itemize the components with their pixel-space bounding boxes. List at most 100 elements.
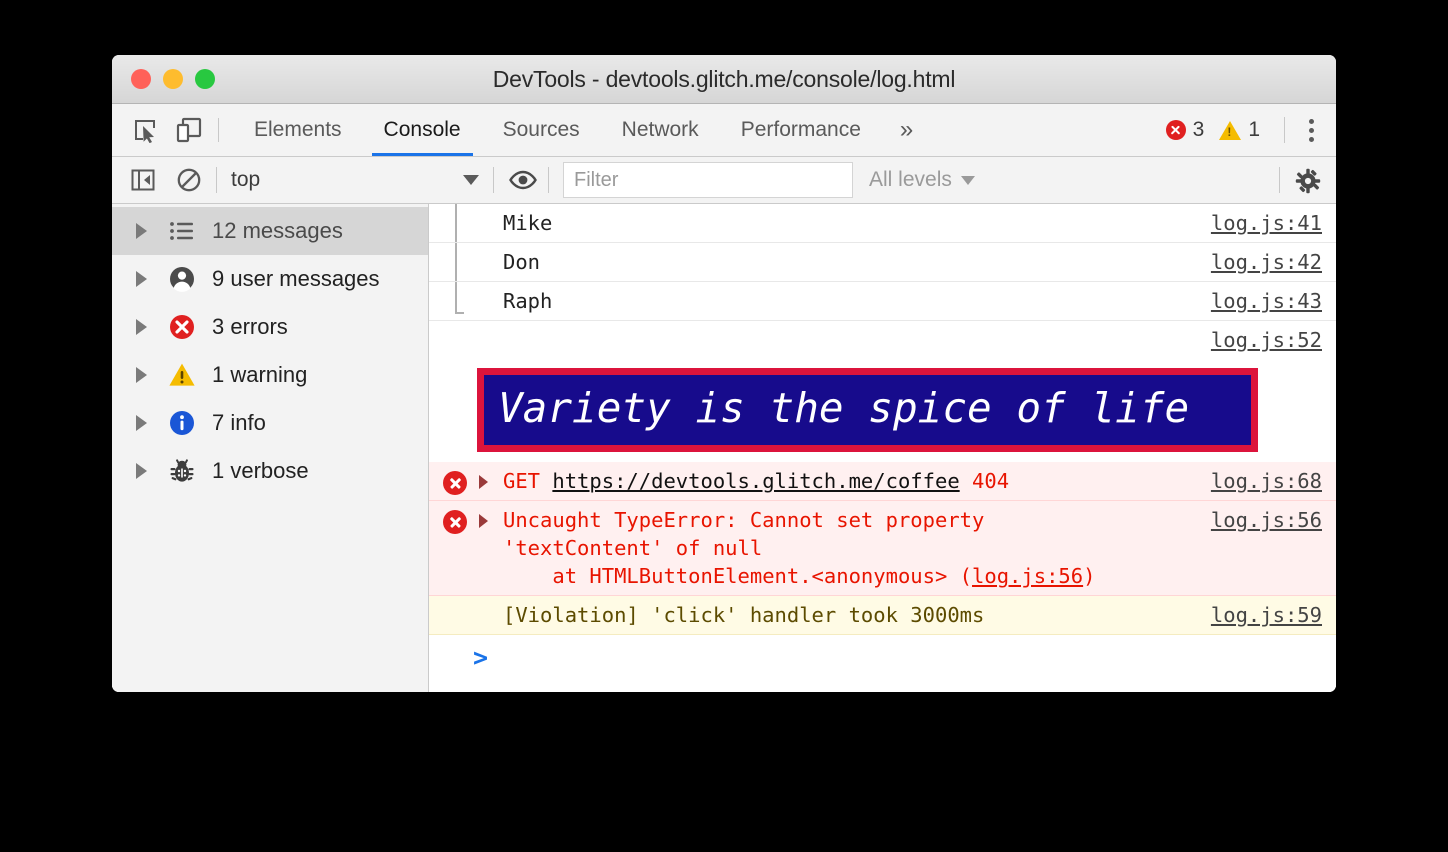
source-link[interactable]: log.js:68: [1211, 467, 1336, 495]
toolbar-divider-1: [216, 167, 217, 193]
kebab-menu-icon[interactable]: [1301, 113, 1322, 148]
sidebar-item-label: 12 messages: [212, 218, 343, 243]
log-level-selector[interactable]: All levels: [869, 168, 975, 192]
expand-triangle-icon[interactable]: [136, 415, 147, 431]
source-link[interactable]: log.js:59: [1211, 601, 1336, 629]
console-sidebar: 12 messages 9 user messages 3 errors 1 w…: [112, 204, 429, 692]
group-indent-bar: [455, 204, 457, 242]
error-icon: [1165, 120, 1186, 140]
message-text: [Violation] 'click' handler took 3000ms: [503, 603, 985, 627]
tab-performance[interactable]: Performance: [720, 104, 882, 156]
error-line-2: 'textContent' of null: [503, 536, 763, 560]
source-link[interactable]: log.js:43: [1211, 287, 1336, 315]
expand-triangle-icon[interactable]: [136, 367, 147, 383]
stack-frame-link[interactable]: log.js:56: [972, 564, 1083, 588]
sidebar-item-label: 1 warning: [212, 362, 308, 387]
tab-list: Elements Console Sources Network Perform…: [233, 104, 931, 156]
source-link[interactable]: log.js:52: [1211, 326, 1336, 354]
traffic-lights: [131, 69, 215, 89]
error-icon: [443, 510, 467, 534]
sidebar-item-info[interactable]: 7 info: [112, 399, 428, 447]
tab-sources[interactable]: Sources: [482, 104, 601, 156]
execution-context-label: top: [231, 168, 261, 191]
error-icon: [168, 313, 196, 341]
group-indent-bar: [455, 243, 457, 281]
toolbar-divider-2: [493, 167, 494, 193]
user-icon: [168, 265, 196, 293]
message-text: Don: [503, 250, 541, 274]
chevron-down-icon: [960, 175, 975, 185]
tab-elements[interactable]: Elements: [233, 104, 363, 156]
sidebar-item-label: 9 user messages: [212, 266, 380, 291]
console-toolbar: top All levels: [112, 157, 1336, 204]
request-url-link[interactable]: https://devtools.glitch.me/coffee: [552, 469, 959, 493]
console-message-row[interactable]: Mike log.js:41: [429, 204, 1336, 243]
message-text: Mike: [503, 211, 553, 235]
tab-console[interactable]: Console: [363, 104, 482, 156]
device-toolbar-icon[interactable]: [176, 117, 202, 143]
prompt-caret-icon: >: [473, 643, 489, 672]
tab-network[interactable]: Network: [601, 104, 720, 156]
sidebar-item-errors[interactable]: 3 errors: [112, 303, 428, 351]
expand-triangle-icon[interactable]: [479, 475, 488, 489]
styled-banner-text: Variety is the spice of life: [477, 368, 1258, 452]
sidebar-item-warnings[interactable]: 1 warning: [112, 351, 428, 399]
expand-triangle-icon[interactable]: [479, 514, 488, 528]
more-tabs-button[interactable]: »: [882, 104, 931, 156]
log-level-label: All levels: [869, 168, 952, 191]
issue-counters[interactable]: 3 1: [1165, 118, 1268, 142]
warning-count: 1: [1248, 118, 1260, 141]
inspect-element-icon[interactable]: [132, 117, 158, 144]
devtools-window: DevTools - devtools.glitch.me/console/lo…: [112, 55, 1336, 692]
sidebar-item-label: 3 errors: [212, 314, 288, 339]
console-message-row[interactable]: Raph log.js:43: [429, 282, 1336, 321]
console-toolbar-right: [1265, 167, 1336, 194]
expand-triangle-icon[interactable]: [136, 271, 147, 287]
sidebar-item-label: 1 verbose: [212, 458, 309, 483]
source-link[interactable]: log.js:42: [1211, 248, 1336, 276]
tabbar-right-divider: [1284, 117, 1285, 143]
console-message-row[interactable]: log.js:52: [429, 321, 1336, 359]
console-message-list[interactable]: Mike log.js:41 Don log.js:42 Raph log.js…: [429, 204, 1336, 692]
stack-frame-pre: at HTMLButtonElement.<anonymous> (: [503, 564, 973, 588]
expand-triangle-icon[interactable]: [136, 223, 147, 239]
error-count: 3: [1192, 118, 1205, 141]
devtools-tabbar: Elements Console Sources Network Perform…: [112, 104, 1336, 157]
sidebar-item-messages[interactable]: 12 messages: [112, 207, 428, 255]
close-window-button[interactable]: [131, 69, 151, 89]
window-title: DevTools - devtools.glitch.me/console/lo…: [492, 65, 956, 92]
source-link[interactable]: log.js:41: [1211, 209, 1336, 237]
tabbar-left-icons: [112, 104, 218, 156]
maximize-window-button[interactable]: [195, 69, 215, 89]
info-icon: [168, 409, 196, 437]
error-icon: [443, 471, 467, 495]
warning-icon: [1219, 120, 1242, 140]
toolbar-divider-4: [1279, 167, 1280, 193]
filter-input[interactable]: [563, 162, 853, 198]
expand-triangle-icon[interactable]: [136, 319, 147, 335]
list-icon: [168, 217, 196, 245]
tabbar-divider: [218, 118, 219, 142]
sidebar-item-user-messages[interactable]: 9 user messages: [112, 255, 428, 303]
console-message-row[interactable]: Don log.js:42: [429, 243, 1336, 282]
clear-console-icon[interactable]: [176, 167, 202, 193]
sidebar-toggle-icon[interactable]: [130, 167, 156, 193]
warning-icon: [168, 361, 196, 389]
expand-triangle-icon[interactable]: [136, 463, 147, 479]
console-violation-row[interactable]: [Violation] 'click' handler took 3000ms …: [429, 596, 1336, 635]
console-panel-body: 12 messages 9 user messages 3 errors 1 w…: [112, 204, 1336, 692]
message-text: GET https://devtools.glitch.me/coffee 40…: [429, 467, 1211, 495]
console-prompt-row[interactable]: >: [429, 635, 1336, 692]
error-line-1: Uncaught TypeError: Cannot set property: [503, 508, 985, 532]
sidebar-item-verbose[interactable]: 1 verbose: [112, 447, 428, 495]
console-error-row[interactable]: GET https://devtools.glitch.me/coffee 40…: [429, 462, 1336, 501]
live-expression-icon[interactable]: [508, 167, 537, 193]
console-error-row[interactable]: Uncaught TypeError: Cannot set property '…: [429, 501, 1336, 596]
source-link[interactable]: log.js:56: [1211, 506, 1336, 534]
minimize-window-button[interactable]: [163, 69, 183, 89]
gear-icon[interactable]: [1294, 167, 1321, 194]
toolbar-divider-3: [548, 167, 549, 193]
message-text: Raph: [503, 289, 553, 313]
styled-console-message-row[interactable]: Variety is the spice of life: [429, 359, 1336, 462]
execution-context-selector[interactable]: top: [231, 168, 479, 192]
